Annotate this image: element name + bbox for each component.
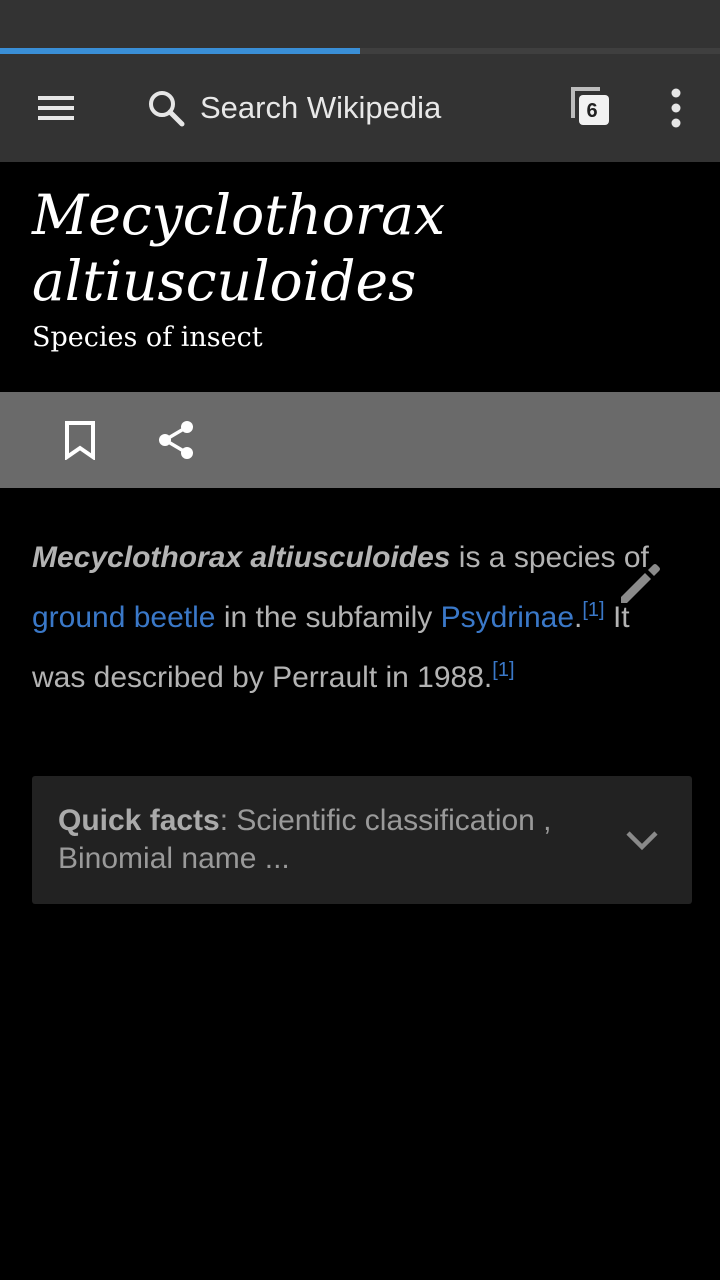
lead-paragraph: Mecyclothorax altiusculoides is a specie… <box>32 532 652 704</box>
quick-facts-text: Quick facts: Scientific classification ,… <box>58 802 598 878</box>
article-content: Mecyclothorax altiusculoides is a specie… <box>32 532 652 704</box>
search-bar[interactable]: Search Wikipedia <box>140 76 540 140</box>
reference-link-1[interactable]: [1] <box>582 599 604 621</box>
top-toolbar: Search Wikipedia 6 <box>0 54 720 162</box>
tabs-button[interactable]: 6 <box>560 76 624 140</box>
search-placeholder: Search Wikipedia <box>200 90 442 125</box>
bookmark-button[interactable] <box>52 408 108 472</box>
more-vertical-icon <box>671 88 681 128</box>
reference-link-2[interactable]: [1] <box>492 659 514 681</box>
menu-button[interactable] <box>24 76 88 140</box>
article-header: Mecyclothorax altiusculoides Species of … <box>0 162 720 392</box>
edit-section-button[interactable] <box>608 552 672 616</box>
lead-text-2: in the subfamily <box>215 601 441 634</box>
bookmark-icon <box>65 421 95 460</box>
link-psydrinae[interactable]: Psydrinae <box>441 601 574 634</box>
share-button[interactable] <box>148 408 204 472</box>
quick-facts-expand-button[interactable] <box>614 812 670 868</box>
quick-facts-card[interactable]: Quick facts: Scientific classification ,… <box>32 776 692 904</box>
page-description: Species of insect <box>32 322 263 353</box>
status-bar <box>0 0 720 48</box>
quick-facts-label: Quick facts <box>58 804 220 837</box>
link-ground-beetle[interactable]: ground beetle <box>32 601 216 634</box>
chevron-down-icon <box>626 831 658 851</box>
article-subject-name: Mecyclothorax altiusculoides <box>32 541 451 574</box>
hamburger-menu-icon <box>38 96 74 120</box>
search-icon <box>140 82 192 134</box>
article-action-bar <box>0 392 720 488</box>
page-title: Mecyclothorax altiusculoides <box>32 183 445 313</box>
tabs-count: 6 <box>586 100 598 122</box>
share-icon <box>159 421 193 459</box>
pencil-icon <box>621 564 660 603</box>
overflow-menu-button[interactable] <box>648 76 704 140</box>
